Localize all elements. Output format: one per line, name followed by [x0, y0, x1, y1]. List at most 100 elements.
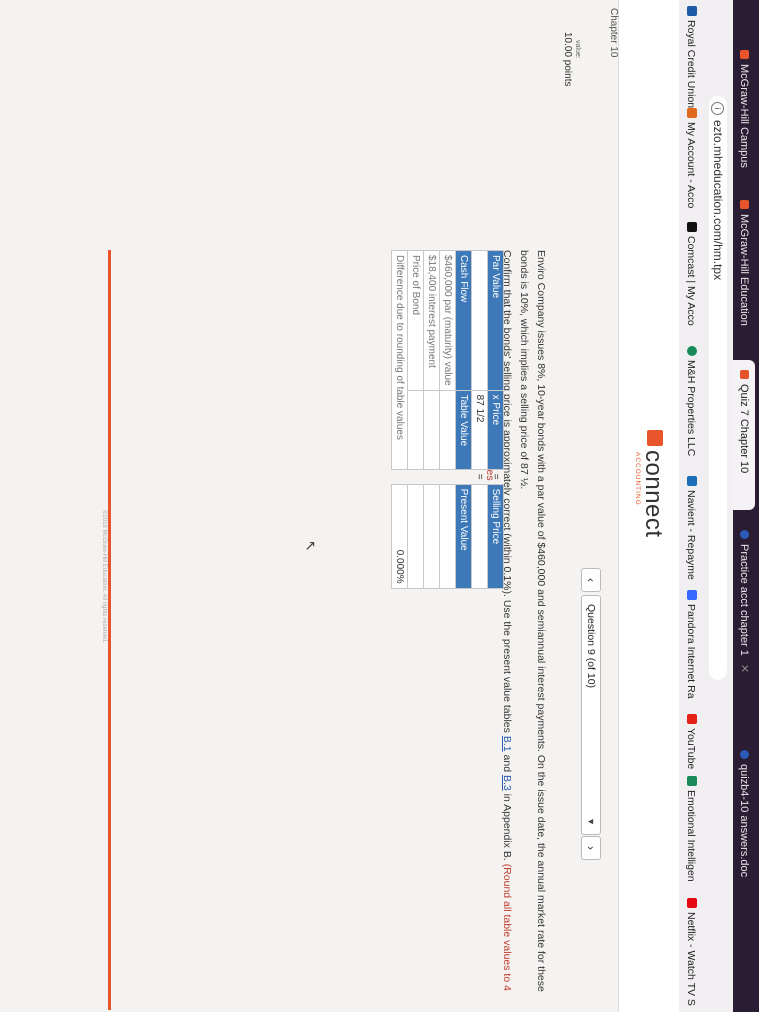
price-value: 87 1/2	[471, 390, 488, 470]
table-row: 87 1/2 =	[471, 250, 488, 589]
chevron-right-icon: ›	[584, 846, 598, 850]
spacer-cell	[408, 469, 424, 484]
price-of-bond-value	[407, 484, 424, 589]
question-select[interactable]: Question 9 (of 10) ▼	[581, 595, 601, 835]
screen: McGraw-Hill Campus McGraw-Hill Education…	[0, 0, 759, 1012]
header-table-value: Table Value	[455, 390, 472, 470]
rounding-difference-value: 0.000%	[391, 484, 408, 589]
header-selling-price: Selling Price	[487, 484, 504, 589]
bookmark-label: Navient - Repayme	[685, 490, 697, 580]
url-text: ezto.mheducation.com/hm.tpx	[711, 120, 725, 281]
question-paragraph: Enviro Company issues 8%, 10-year bonds …	[518, 250, 547, 992]
equals-sign: =	[490, 473, 501, 480]
row-label-par-maturity: $460,000 par (maturity) value	[439, 250, 456, 391]
tab-practice-acct[interactable]: Practice acct chapter 1 ✕	[733, 520, 755, 690]
doc-favicon-icon	[740, 750, 749, 759]
bookmarks-bar: Royal Credit Union My Account - Acco Com…	[678, 0, 703, 1012]
table-row: Par Value x Price = Selling Price	[487, 250, 504, 589]
info-icon: i	[711, 102, 724, 115]
bookmark-netflix[interactable]: Netflix - Watch TV S	[683, 898, 699, 1006]
selling-price-input[interactable]	[471, 484, 488, 589]
logo-subtitle: ACCOUNTING	[634, 452, 641, 506]
empty-cell	[407, 390, 424, 470]
mcgraw-hill-favicon-icon	[740, 50, 749, 59]
bookmark-label: My Account - Acco	[685, 122, 697, 209]
bookmark-icon	[687, 108, 697, 118]
bookmark-royal-credit-union[interactable]: Royal Credit Union	[683, 6, 699, 108]
address-bar: i ezto.mheducation.com/hm.tpx	[702, 0, 733, 1012]
previous-question-button[interactable]: ‹	[581, 568, 601, 592]
table-b3-link[interactable]: B.3	[501, 775, 513, 791]
question-navigation: ‹ Question 9 (of 10) ▼ ›	[569, 0, 609, 1012]
header-cash-flow: Cash Flow	[455, 250, 472, 391]
par-value-input[interactable]	[471, 250, 488, 391]
chevron-left-icon: ‹	[584, 578, 598, 582]
bookmark-my-account[interactable]: My Account - Acco	[683, 108, 699, 208]
comcast-x-icon	[687, 222, 697, 232]
url-input[interactable]: i ezto.mheducation.com/hm.tpx	[709, 96, 727, 680]
spacer-cell	[440, 469, 456, 484]
spacer-cell	[392, 469, 408, 484]
copyright-text: ©2018 McGraw-Hill Education. All rights …	[101, 510, 107, 644]
tab-label: Practice acct chapter 1	[738, 544, 750, 656]
instruction-text: and	[501, 751, 513, 775]
doc-favicon-icon	[740, 530, 749, 539]
present-value-input[interactable]	[439, 484, 456, 589]
row-label-rounding-difference: Difference due to rounding of table valu…	[391, 250, 408, 470]
bookmark-comcast[interactable]: Comcast | My Acco	[683, 222, 699, 326]
footer-bar	[108, 250, 111, 1010]
chevron-down-icon: ▼	[586, 817, 596, 826]
bookmark-pandora[interactable]: Pandora Internet Ra	[683, 590, 699, 699]
chapter-label: Chapter 10	[608, 8, 619, 58]
spacer-cell	[456, 469, 472, 484]
youtube-icon	[687, 714, 697, 724]
question-label: Question 9 (of 10)	[585, 604, 597, 689]
app-header: connect ACCOUNTING	[618, 0, 679, 1012]
pandora-icon	[687, 590, 697, 600]
equals-sign: =	[474, 473, 485, 480]
bookmark-icon	[687, 6, 697, 16]
spacer-cell	[424, 469, 440, 484]
header-present-value: Present Value	[455, 484, 472, 589]
bookmark-label: M&H Properties LLC	[685, 360, 697, 457]
bookmark-label: Pandora Internet Ra	[685, 604, 697, 699]
bookmark-label: Royal Credit Union	[685, 20, 697, 109]
row-label-price-of-bond: Price of Bond	[407, 250, 424, 391]
table-row: Difference due to rounding of table valu…	[391, 250, 408, 589]
table-row: $18,400 interest payment	[423, 250, 440, 589]
tab-quizb4-answers[interactable]: quizb4-10 answers.doc	[733, 740, 755, 925]
bond-price-table: Par Value x Price = Selling Price 87 1/2…	[391, 250, 504, 589]
tab-label: quizb4-10 answers.doc	[738, 764, 750, 878]
bookmark-youtube[interactable]: YouTube	[683, 714, 699, 769]
tab-label: Quiz 7 Chapter 10	[738, 384, 750, 474]
table-row: Cash Flow Table Value Present Value	[455, 250, 472, 589]
bookmark-icon	[687, 476, 697, 486]
connect-logo-icon	[647, 430, 663, 446]
tab-mcgraw-hill-education[interactable]: McGraw-Hill Education	[733, 190, 755, 360]
table-row: $460,000 par (maturity) value	[439, 250, 456, 589]
close-icon[interactable]: ✕	[738, 664, 750, 673]
browser-tab-bar: McGraw-Hill Campus McGraw-Hill Education…	[733, 0, 759, 1012]
bookmark-icon	[687, 346, 697, 356]
table-b1-link[interactable]: B.1	[501, 736, 513, 752]
table-value-input[interactable]	[439, 390, 456, 470]
bookmark-label: Emotional Intelligen	[685, 790, 697, 882]
bookmark-emotional-intelligence[interactable]: Emotional Intelligen	[683, 776, 699, 882]
row-label-interest-payment: $18,400 interest payment	[423, 250, 440, 391]
next-question-button[interactable]: ›	[581, 836, 601, 860]
table-row: Price of Bond	[407, 250, 424, 589]
bookmark-label: YouTube	[685, 728, 697, 770]
table-value-input[interactable]	[423, 390, 440, 470]
tab-label: McGraw-Hill Education	[738, 214, 750, 326]
bookmark-mh-properties[interactable]: M&H Properties LLC	[683, 346, 699, 456]
bookmark-navient[interactable]: Navient - Repayme	[683, 476, 699, 580]
points-value: 10.00 points	[562, 32, 573, 87]
header-par-value: Par Value	[487, 250, 504, 391]
tab-mcgraw-hill-campus[interactable]: McGraw-Hill Campus	[733, 40, 755, 190]
netflix-icon	[687, 898, 697, 908]
mcgraw-hill-favicon-icon	[740, 370, 749, 379]
present-value-input[interactable]	[423, 484, 440, 589]
tab-label: McGraw-Hill Campus	[738, 64, 750, 168]
tab-quiz-7[interactable]: Quiz 7 Chapter 10	[733, 360, 755, 510]
header-price: x Price	[487, 390, 504, 470]
